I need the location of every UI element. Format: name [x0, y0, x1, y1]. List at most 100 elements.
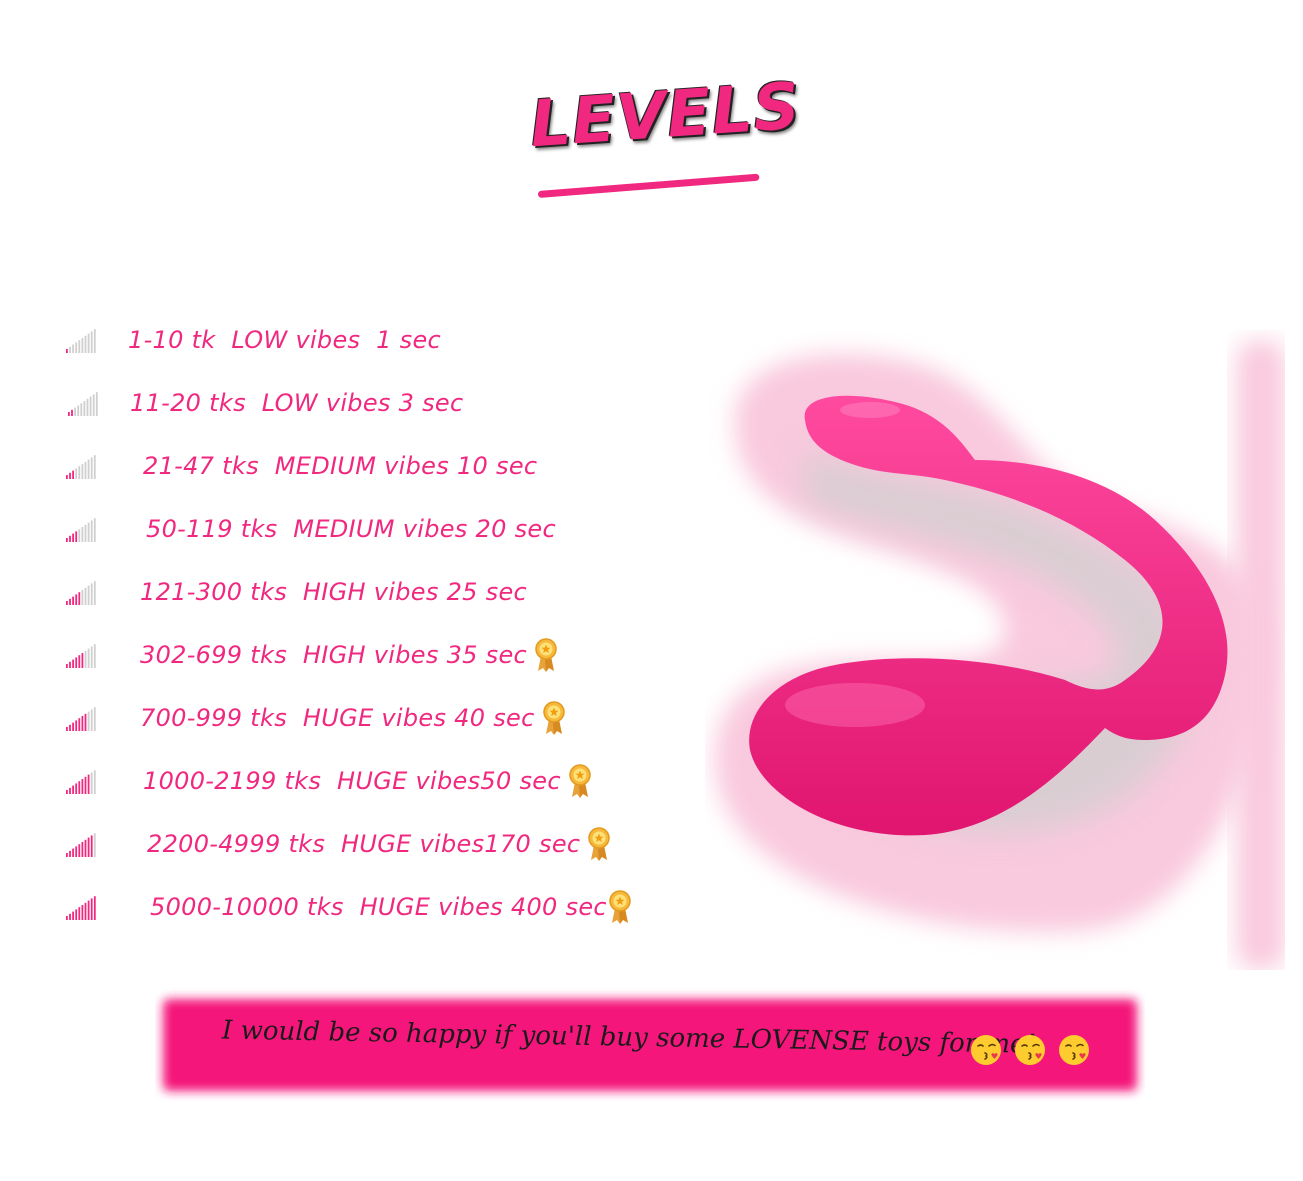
- medal-icon: [609, 890, 631, 924]
- signal-bar: [81, 653, 84, 668]
- medal-icon: [588, 827, 611, 861]
- level-row: 21-47 tks MEDIUM vibes 10 sec: [66, 446, 537, 486]
- level-label: 1000-2199 tks HUGE vibes50 sec: [143, 767, 561, 795]
- signal-bar: [84, 587, 87, 605]
- kissing-face-icon: [1015, 1035, 1045, 1065]
- signal-bar: [90, 520, 93, 542]
- signal-bar: [66, 475, 68, 479]
- level-label: 5000-10000 tks HUGE vibes 400 sec: [150, 893, 607, 921]
- signal-bar: [93, 896, 96, 920]
- signal-bar: [93, 770, 96, 794]
- signal-bar: [81, 464, 84, 479]
- signal-strength-icon: [66, 707, 96, 731]
- level-row: 1-10 tk LOW vibes 1 sec: [66, 320, 441, 360]
- signal-bar: [87, 459, 90, 479]
- level-row: 121-300 tks HIGH vibes 25 sec: [66, 572, 527, 612]
- signal-bar: [66, 601, 68, 605]
- signal-strength-icon: [66, 833, 96, 857]
- level-row: 302-699 tks HIGH vibes 35 sec: [66, 635, 557, 675]
- signal-bar: [93, 644, 96, 668]
- level-label: 1-10 tk LOW vibes 1 sec: [128, 326, 442, 354]
- signal-bar: [95, 392, 98, 416]
- signal-bar: [72, 470, 74, 479]
- signal-strength-icon: [66, 896, 96, 920]
- signal-bar: [87, 711, 90, 731]
- signal-bar: [69, 661, 71, 668]
- signal-bar: [93, 518, 96, 542]
- signal-bar: [66, 853, 68, 857]
- signal-bar: [75, 909, 78, 920]
- signal-bar: [90, 772, 93, 794]
- level-label: 11-20 tks LOW vibes 3 sec: [130, 389, 464, 417]
- signal-bar: [75, 594, 78, 605]
- signal-bar: [84, 650, 87, 668]
- level-label: 50-119 tks MEDIUM vibes 20 sec: [146, 515, 556, 543]
- signal-bar: [93, 581, 96, 605]
- emoji-group: [970, 1034, 1090, 1066]
- signal-bar: [75, 720, 78, 731]
- signal-bar: [69, 724, 71, 731]
- signal-bar: [78, 781, 81, 794]
- signal-bar: [72, 848, 74, 857]
- signal-bar: [92, 394, 95, 416]
- signal-bar: [69, 535, 71, 542]
- signal-bar: [87, 522, 90, 542]
- signal-bar: [78, 718, 81, 731]
- kissing-face-icon: [971, 1035, 1001, 1065]
- medal-icon: [569, 764, 591, 798]
- signal-bar: [84, 713, 87, 731]
- signal-strength-icon: [66, 581, 96, 605]
- signal-bar: [72, 659, 74, 668]
- signal-bar: [72, 533, 74, 542]
- signal-bar: [81, 842, 84, 857]
- signal-bar: [75, 846, 78, 857]
- signal-strength-icon: [68, 392, 98, 416]
- signal-bar: [90, 709, 93, 731]
- signal-bar: [69, 472, 71, 479]
- signal-bar: [87, 837, 90, 857]
- level-label: 302-699 tks HIGH vibes 35 sec: [140, 641, 528, 669]
- signal-bar: [80, 403, 83, 416]
- signal-bar: [86, 398, 89, 416]
- kissing-face-icon: [1059, 1035, 1089, 1065]
- signal-bar: [68, 412, 70, 416]
- signal-bar: [83, 401, 86, 416]
- signal-bar: [93, 455, 96, 479]
- signal-bar: [69, 850, 71, 857]
- signal-bar: [78, 466, 81, 479]
- signal-bar: [69, 598, 71, 605]
- signal-bar: [66, 727, 68, 731]
- signal-bar: [66, 664, 68, 668]
- signal-bar: [90, 898, 93, 920]
- level-label: 2200-4999 tks HUGE vibes170 sec: [147, 830, 581, 858]
- medal-icon: [535, 638, 557, 672]
- signal-bar: [81, 590, 84, 605]
- level-row: 1000-2199 tks HUGE vibes50 sec: [66, 761, 591, 801]
- signal-bar: [93, 707, 96, 731]
- signal-bar: [84, 335, 87, 353]
- signal-bar: [93, 833, 96, 857]
- signal-bar: [78, 844, 81, 857]
- level-row: 50-119 tks MEDIUM vibes 20 sec: [66, 509, 556, 549]
- signal-bar: [75, 531, 78, 542]
- signal-bar: [87, 774, 90, 794]
- signal-bar: [78, 340, 81, 353]
- signal-bar: [81, 905, 84, 920]
- signal-bar: [75, 783, 78, 794]
- signal-bar: [81, 527, 84, 542]
- signal-bar: [75, 342, 78, 353]
- signal-bar: [84, 839, 87, 857]
- signal-bar: [93, 329, 96, 353]
- signal-bar: [90, 457, 93, 479]
- medal-icon: [542, 701, 565, 735]
- signal-strength-icon: [66, 518, 96, 542]
- signal-bar: [74, 407, 76, 416]
- signal-bar: [90, 646, 93, 668]
- signal-bar: [77, 405, 80, 416]
- signal-bar: [78, 592, 81, 605]
- signal-strength-icon: [66, 644, 96, 668]
- signal-bar: [69, 346, 71, 353]
- signal-bar: [90, 331, 93, 353]
- level-label: 121-300 tks HIGH vibes 25 sec: [140, 578, 528, 606]
- signal-bar: [84, 776, 87, 794]
